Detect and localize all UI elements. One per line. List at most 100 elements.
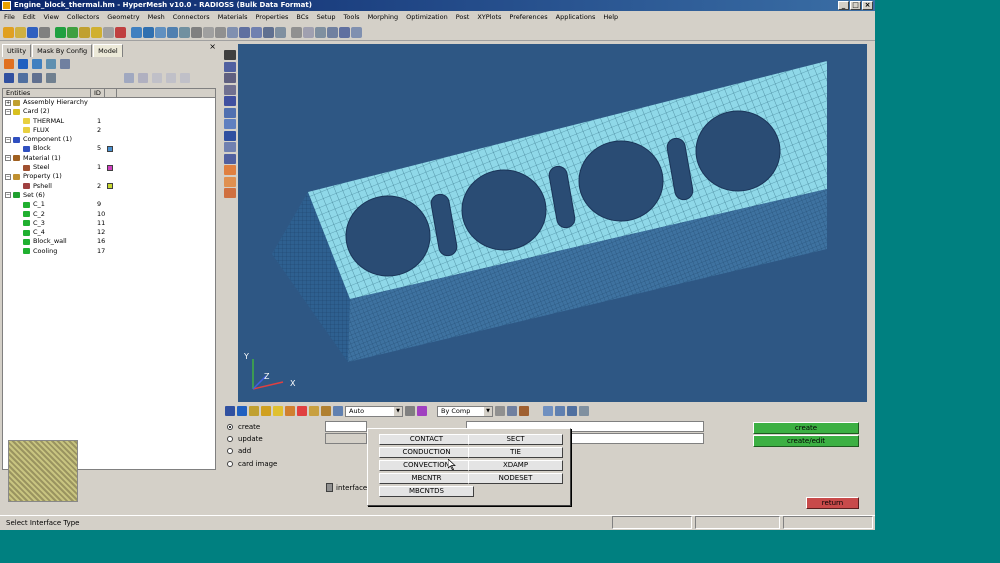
menu-properties[interactable]: Properties [251, 11, 292, 23]
eye-off-icon[interactable] [166, 73, 176, 83]
rotate-right-icon[interactable] [143, 26, 154, 38]
menu-geometry[interactable]: Geometry [103, 11, 143, 23]
display-all-icon[interactable] [225, 406, 235, 416]
tree-row[interactable]: Steel 1 [3, 163, 215, 172]
tree-row[interactable]: C_2 10 [3, 210, 215, 219]
color-swatch[interactable] [107, 183, 113, 190]
view-left-icon[interactable] [215, 26, 226, 38]
menu-optimization[interactable]: Optimization [402, 11, 452, 23]
tree-row[interactable]: THERMAL 1 [3, 117, 215, 126]
radio-create-dot[interactable] [227, 424, 233, 430]
menu-bcs[interactable]: BCs [292, 11, 312, 23]
bycomp-dropdown[interactable]: By Comp ▼ [437, 405, 493, 417]
type-mbcntds[interactable]: MBCNTDS [379, 486, 474, 497]
glasses-icon[interactable] [579, 406, 589, 416]
collapse-icon[interactable]: − [5, 155, 11, 162]
export-icon[interactable] [91, 26, 102, 38]
collapse-icon[interactable] [18, 73, 28, 83]
menu-morphing[interactable]: Morphing [364, 11, 403, 23]
create-button[interactable]: create [753, 422, 859, 434]
redo-icon[interactable] [67, 26, 78, 38]
menu-preferences[interactable]: Preferences [505, 11, 551, 23]
close-button[interactable]: × [862, 1, 873, 10]
view-bottom-icon[interactable] [251, 26, 262, 38]
color-swatch[interactable] [107, 164, 113, 171]
menu-view[interactable]: View [39, 11, 62, 23]
find-icon[interactable] [303, 26, 314, 38]
view-settings-icon[interactable] [567, 406, 577, 416]
save-icon[interactable] [27, 26, 38, 38]
expand-icon[interactable] [4, 73, 14, 83]
shaded-icon[interactable] [507, 406, 517, 416]
transparency-icon[interactable] [224, 96, 236, 106]
fit-icon[interactable] [179, 26, 190, 38]
menu-collectors[interactable]: Collectors [63, 11, 103, 23]
return-button[interactable]: return [806, 497, 859, 509]
wireframe-icon[interactable] [495, 406, 505, 416]
element-shrink-icon[interactable] [224, 107, 236, 118]
menu-edit[interactable]: Edit [19, 11, 40, 23]
radio-update-dot[interactable] [227, 436, 233, 442]
radio-add-dot[interactable] [227, 448, 233, 454]
copy-icon[interactable] [309, 406, 319, 416]
display-icon[interactable] [18, 59, 28, 69]
type-convection[interactable]: CONVECTION [379, 460, 474, 471]
tree-row[interactable]: Pshell 2 [3, 182, 215, 191]
t-connections-icon[interactable] [224, 142, 236, 152]
type-selector[interactable] [325, 433, 367, 444]
close-panel-icon[interactable]: × [209, 42, 216, 51]
tab-model[interactable]: Model [93, 44, 123, 57]
isolate-icon[interactable] [46, 59, 56, 69]
type-tie[interactable]: TIE [468, 447, 563, 458]
visualization-icon[interactable] [224, 50, 236, 60]
view-front-icon[interactable] [191, 26, 202, 38]
move-icon[interactable] [321, 406, 331, 416]
view-iso-icon[interactable] [555, 406, 565, 416]
label-abc-2-icon[interactable] [224, 176, 236, 187]
tree-row[interactable]: C_4 12 [3, 228, 215, 237]
nodes-icon[interactable] [224, 153, 236, 164]
tree-row[interactable]: Block 5 [3, 144, 215, 153]
rotate-left-icon[interactable] [131, 26, 142, 38]
pan-icon[interactable] [155, 26, 166, 38]
radio-create[interactable]: create [227, 423, 260, 431]
find-icon[interactable] [32, 59, 42, 69]
auto-dropdown[interactable]: Auto ▼ [345, 405, 403, 417]
type-contact[interactable]: CONTACT [379, 434, 474, 445]
delete-icon[interactable] [297, 406, 307, 416]
feature-lines-icon[interactable] [224, 84, 236, 95]
maximize-button[interactable]: □ [850, 1, 861, 10]
zoom-box-icon[interactable] [327, 26, 338, 38]
tree-row[interactable]: − Set (6) [3, 191, 215, 200]
create-edit-button[interactable]: create/edit [753, 435, 859, 447]
view-iso-icon[interactable] [263, 26, 274, 38]
tree-row[interactable]: − Component (1) [3, 135, 215, 144]
print-icon[interactable] [103, 26, 114, 38]
undo-icon[interactable] [55, 26, 66, 38]
column-id[interactable]: ID [91, 89, 105, 97]
sort-icon[interactable] [46, 73, 56, 83]
view-right-icon[interactable] [227, 26, 238, 38]
color-swatch[interactable] [107, 145, 113, 152]
mask-icon[interactable] [285, 406, 295, 416]
collapse-icon[interactable]: − [5, 108, 11, 115]
radio-add[interactable]: add [227, 447, 251, 455]
radio-card-image-dot[interactable] [227, 461, 233, 467]
tab-utility[interactable]: Utility [2, 44, 32, 57]
settings-icon[interactable] [180, 73, 190, 83]
mesh-lines-icon[interactable] [224, 73, 236, 83]
tree-row[interactable]: Block_wall 16 [3, 237, 215, 246]
free-edges-icon[interactable] [224, 130, 236, 141]
label-abc-icon[interactable] [224, 165, 236, 175]
menu-setup[interactable]: Setup [313, 11, 340, 23]
shading-icon[interactable] [224, 61, 236, 72]
open-icon[interactable] [15, 26, 26, 38]
menu-tools[interactable]: Tools [340, 11, 364, 23]
menu-xyplots[interactable]: XYPlots [473, 11, 505, 23]
menu-applications[interactable]: Applications [552, 11, 600, 23]
tree-row[interactable]: − Property (1) [3, 172, 215, 181]
collapse-icon[interactable]: − [5, 136, 11, 143]
import-icon[interactable] [4, 59, 14, 69]
column-color-icon[interactable] [105, 89, 117, 97]
tree-row[interactable]: Cooling 17 [3, 247, 215, 256]
